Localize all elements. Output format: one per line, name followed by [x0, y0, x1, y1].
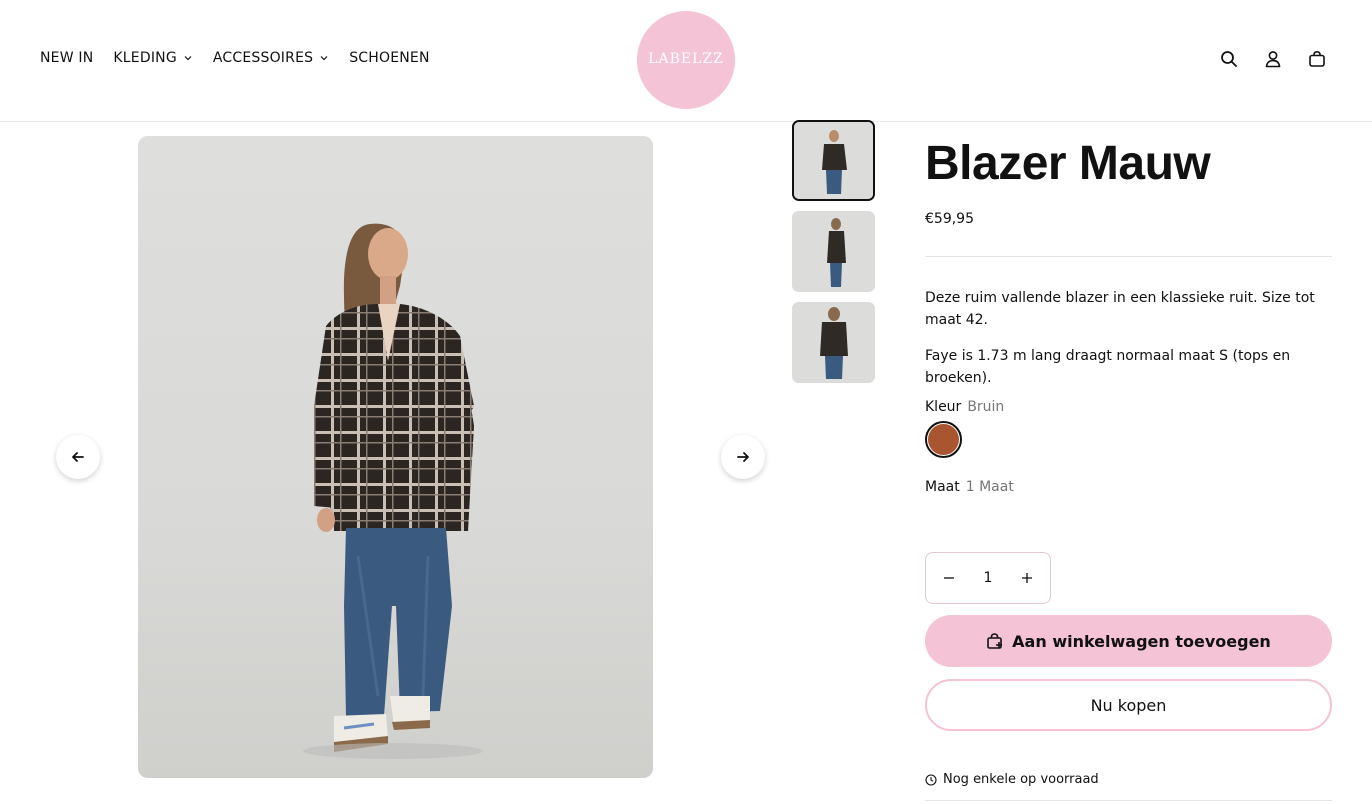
color-option: Kleur Bruin: [925, 396, 1004, 415]
chevron-down-icon: [184, 56, 192, 61]
quantity-increase-button[interactable]: [1016, 567, 1038, 589]
chevron-down-icon: [320, 56, 328, 61]
nav-item-accessoires[interactable]: ACCESSOIRES: [213, 50, 329, 66]
thumbnail-side[interactable]: [792, 211, 875, 292]
product-main-image[interactable]: [138, 136, 653, 778]
arrow-left-icon: [72, 452, 84, 462]
brand-logo[interactable]: LABELZZ: [637, 11, 735, 109]
add-to-cart-button[interactable]: Aan winkelwagen toevoegen: [925, 615, 1332, 667]
arrow-right-icon: [737, 452, 749, 462]
model-info: Faye is 1.73 m lang draagt normaal maat …: [925, 348, 1291, 386]
plus-icon: [1021, 573, 1032, 583]
account-icon[interactable]: [1262, 48, 1284, 70]
nav-item-label: SCHOENEN: [349, 50, 430, 66]
nav-item-kleding[interactable]: KLEDING: [113, 50, 192, 66]
size-value: 1 Maat: [965, 479, 1014, 495]
color-value: Bruin: [967, 399, 1005, 415]
size-option: Maat 1 Maat: [925, 476, 1014, 495]
thumbnail-image: [792, 211, 875, 292]
minus-icon: [944, 577, 954, 579]
thumbnail-image: [792, 302, 875, 383]
color-swatch-bruin[interactable]: [925, 421, 962, 458]
divider: [925, 800, 1332, 801]
cart-icon[interactable]: [1306, 48, 1328, 70]
gallery-next-button[interactable]: [721, 435, 765, 479]
site-header: NEW IN KLEDING ACCESSOIRES SCHOENEN LABE…: [0, 0, 1372, 122]
nav-item-label: NEW IN: [40, 50, 94, 66]
quantity-decrease-button[interactable]: [938, 567, 960, 589]
thumbnail-image: [794, 122, 873, 199]
quantity-input[interactable]: 1: [984, 570, 993, 586]
nav-item-new-in[interactable]: NEW IN: [40, 50, 93, 66]
size-label: Maat: [925, 479, 960, 495]
model-photo-illustration: [138, 136, 653, 778]
gallery-prev-button[interactable]: [56, 435, 100, 479]
logo-text: LABELZZ: [648, 51, 724, 67]
product-price: €59,95: [925, 211, 974, 227]
thumbnail-front[interactable]: [792, 120, 875, 201]
add-to-cart-label: Aan winkelwagen toevoegen: [1012, 631, 1271, 651]
quantity-stepper: 1: [925, 552, 1051, 604]
search-icon[interactable]: [1218, 48, 1240, 70]
stock-status-text: Nog enkele op voorraad: [943, 772, 1099, 787]
nav-item-label: KLEDING: [113, 50, 177, 66]
thumbnail-back[interactable]: [792, 302, 875, 383]
color-swatch-fill: [928, 424, 959, 455]
cart-add-icon: [987, 633, 1003, 649]
buy-now-label: Nu kopen: [1090, 695, 1167, 715]
clock-icon: [925, 773, 937, 786]
product-info: Blazer Mauw €59,95 Deze ruim vallende bl…: [925, 137, 1332, 801]
buy-now-button[interactable]: Nu kopen: [925, 679, 1332, 731]
product-title: Blazer Mauw: [925, 137, 1211, 190]
product-description: Deze ruim vallende blazer in een klassie…: [925, 290, 1315, 328]
main-nav: NEW IN KLEDING ACCESSOIRES SCHOENEN: [40, 50, 430, 66]
divider: [925, 256, 1332, 257]
nav-item-label: ACCESSOIRES: [212, 50, 314, 66]
stock-status: Nog enkele op voorraad: [925, 772, 1099, 787]
color-label: Kleur: [925, 399, 962, 415]
thumbnail-list: [792, 120, 875, 383]
header-actions: [1218, 48, 1328, 70]
nav-item-schoenen[interactable]: SCHOENEN: [349, 50, 429, 66]
